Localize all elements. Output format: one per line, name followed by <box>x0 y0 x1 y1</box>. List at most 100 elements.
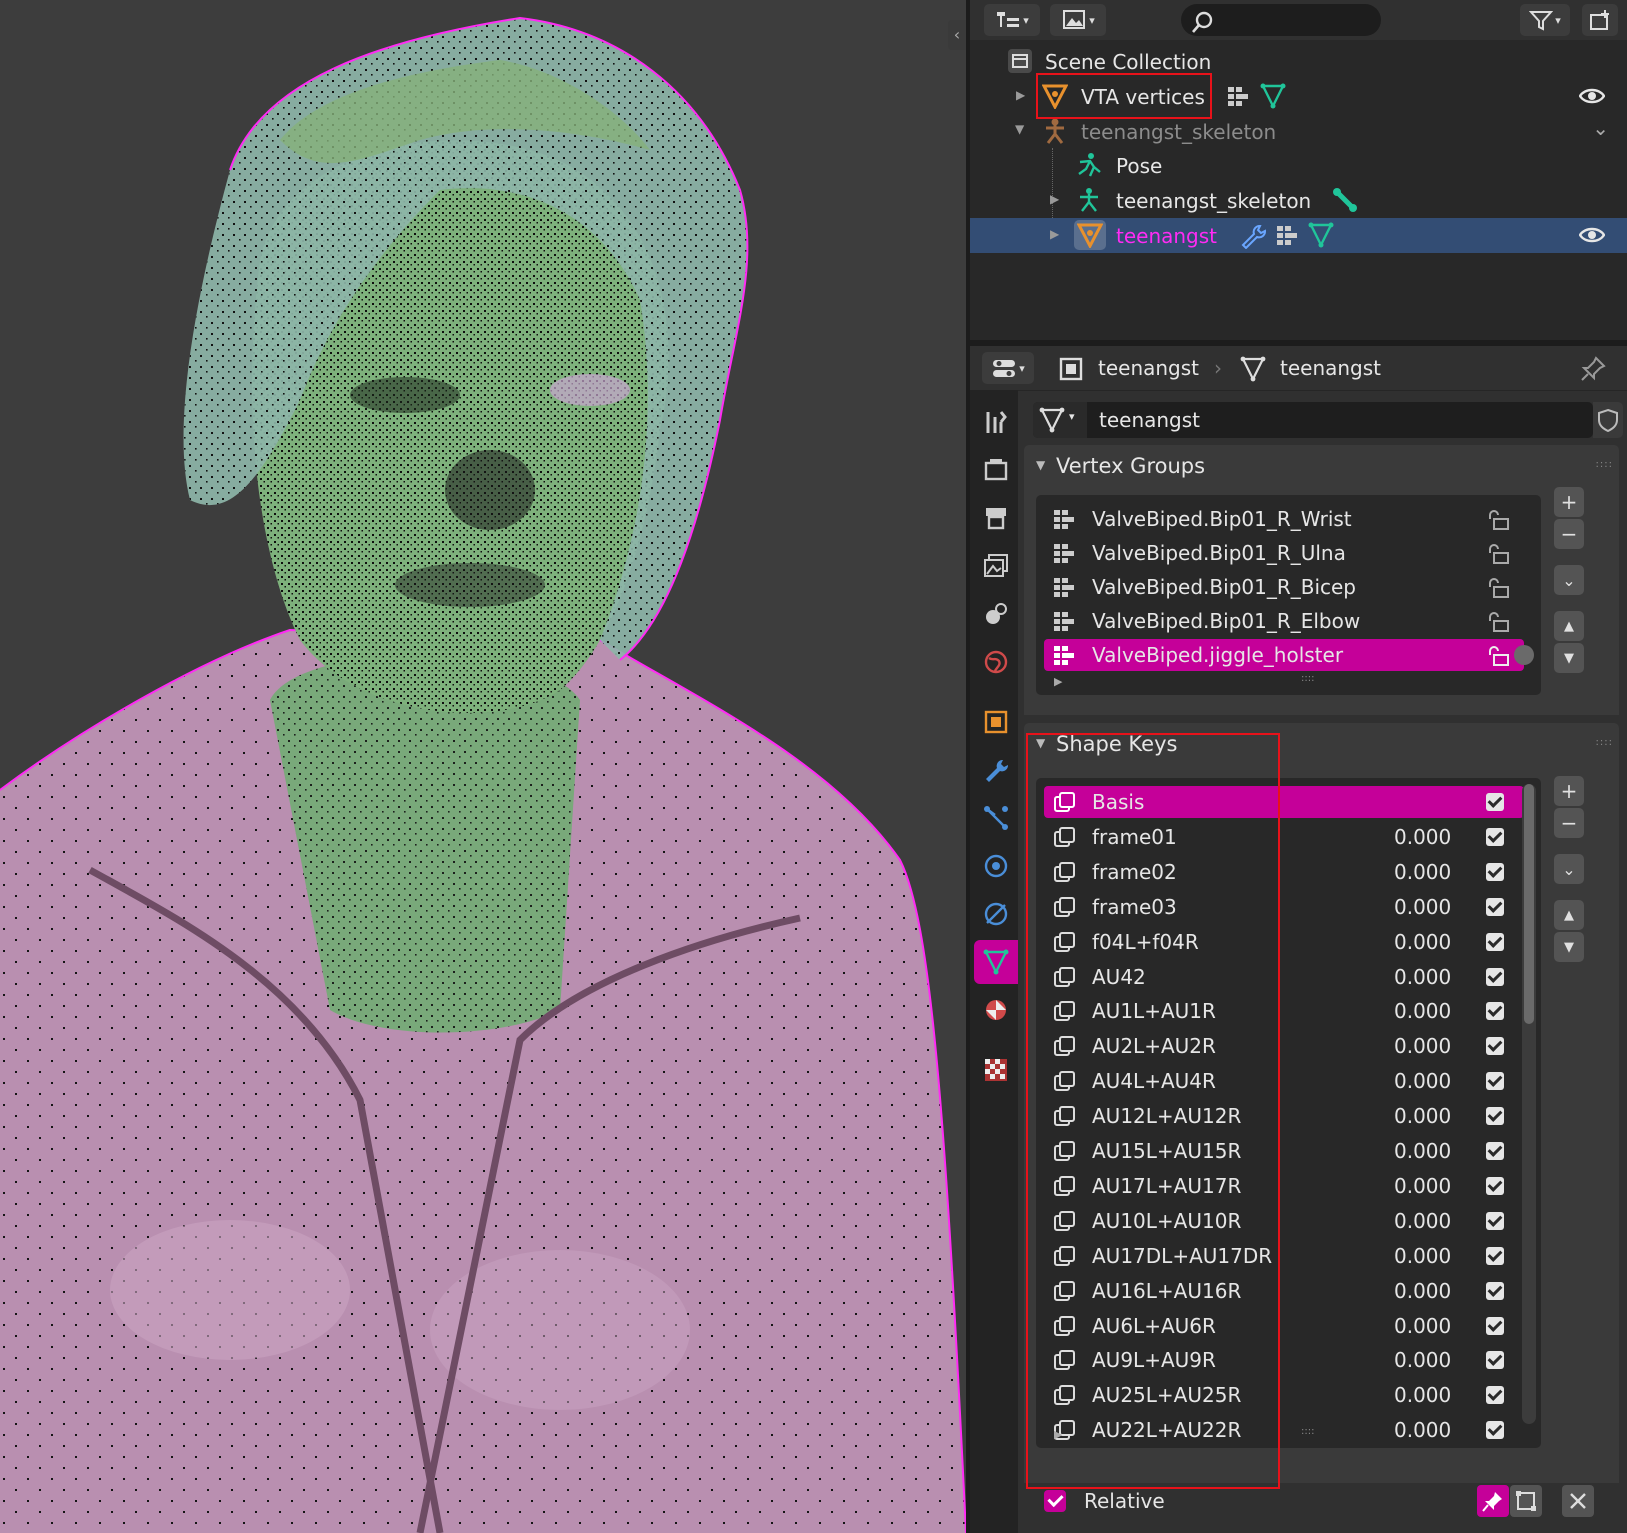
relative-checkbox[interactable] <box>1044 1490 1066 1512</box>
expand-arrow-icon[interactable]: ▶ <box>1050 192 1059 206</box>
shape-key-value[interactable]: 0.000 <box>1394 1139 1451 1163</box>
collapse-arrow-icon[interactable]: ▶ <box>1014 125 1028 134</box>
scrollbar-thumb[interactable] <box>1524 784 1534 1024</box>
new-collection-button[interactable] <box>1582 4 1618 36</box>
shape-key-mute-checkbox[interactable] <box>1486 1281 1504 1300</box>
chevron-down-icon[interactable]: ⌄ <box>1592 116 1609 140</box>
filter-view-dropdown[interactable]: ▾ <box>1050 4 1106 36</box>
outliner-row-skeleton-parent[interactable]: ▶ teenangst_skeleton ⌄ <box>970 114 1627 149</box>
tab-modifiers[interactable] <box>974 748 1018 792</box>
edit-mode-shape-button[interactable] <box>1510 1485 1542 1517</box>
display-mode-dropdown[interactable]: ▾ <box>984 4 1040 36</box>
pin-icon[interactable] <box>1580 356 1606 382</box>
outliner-row-pose[interactable]: Pose <box>970 148 1627 183</box>
outliner-row-teenangst[interactable]: ▶ teenangst <box>970 218 1627 253</box>
move-down-button[interactable]: ▼ <box>1554 932 1584 962</box>
vertex-group-specials-button[interactable]: ⌄ <box>1554 565 1584 595</box>
shape-key-mute-checkbox[interactable] <box>1486 862 1504 881</box>
shape-key-mute-checkbox[interactable] <box>1486 793 1504 811</box>
shape-key-mute-checkbox[interactable] <box>1486 1072 1504 1091</box>
3d-viewport[interactable]: ‹ <box>0 0 966 1533</box>
mesh-datablock-field[interactable]: ▾ teenangst <box>1033 402 1593 438</box>
visibility-eye-icon[interactable] <box>1579 224 1605 246</box>
shape-key-mute-checkbox[interactable] <box>1486 967 1504 986</box>
unlocked-icon[interactable] <box>1486 543 1510 565</box>
shape-key-mute-checkbox[interactable] <box>1486 1107 1504 1126</box>
shape-key-mute-checkbox[interactable] <box>1486 1002 1504 1021</box>
shape-key-value[interactable]: 0.000 <box>1394 1279 1451 1303</box>
add-vertex-group-button[interactable]: + <box>1554 487 1584 517</box>
bone-icon[interactable] <box>1332 187 1358 213</box>
tab-material[interactable] <box>974 988 1018 1032</box>
tab-tool[interactable] <box>974 400 1018 444</box>
visibility-eye-icon[interactable] <box>1579 85 1605 107</box>
shape-key-value[interactable]: 0.000 <box>1394 1174 1451 1198</box>
clear-shape-keys-button[interactable] <box>1562 1485 1594 1517</box>
shape-key-value[interactable]: 0.000 <box>1394 1034 1451 1058</box>
unlocked-icon[interactable] <box>1486 577 1510 599</box>
shape-key-value[interactable]: 0.000 <box>1394 895 1451 919</box>
mesh-browse-dropdown[interactable]: ▾ <box>1033 402 1087 438</box>
tab-physics[interactable] <box>974 844 1018 888</box>
shape-key-mute-checkbox[interactable] <box>1486 827 1504 846</box>
tab-world[interactable] <box>974 640 1018 684</box>
tab-texture[interactable] <box>974 1048 1018 1092</box>
shape-key-pin-button[interactable] <box>1477 1485 1509 1517</box>
unlocked-icon[interactable] <box>1486 611 1510 633</box>
shape-key-mute-checkbox[interactable] <box>1486 1037 1504 1056</box>
remove-shape-key-button[interactable]: − <box>1554 808 1584 838</box>
move-down-button[interactable]: ▼ <box>1554 643 1584 673</box>
outliner-row-skeleton-data[interactable]: ▶ teenangst_skeleton <box>970 183 1627 218</box>
outliner-search-input[interactable] <box>1181 4 1381 36</box>
move-up-button[interactable]: ▲ <box>1554 611 1584 641</box>
vertex-group-item-selected[interactable]: ValveBiped.jiggle_holster <box>1044 639 1524 671</box>
wrench-modifier-icon[interactable] <box>1240 223 1266 249</box>
shape-key-value[interactable]: 0.000 <box>1394 999 1451 1023</box>
vertex-group-item[interactable]: ValveBiped.Bip01_R_Ulna <box>1044 537 1524 569</box>
shape-key-value[interactable]: 0.000 <box>1394 1418 1451 1442</box>
shape-key-value[interactable]: 0.000 <box>1394 1383 1451 1407</box>
shape-key-mute-checkbox[interactable] <box>1486 897 1504 916</box>
remove-vertex-group-button[interactable]: − <box>1554 519 1584 549</box>
tab-particles[interactable] <box>974 796 1018 840</box>
fake-user-button[interactable] <box>1593 402 1623 438</box>
unlocked-icon[interactable] <box>1486 645 1510 667</box>
vertex-groups-panel-header[interactable]: ▼ Vertex Groups :::: <box>1024 445 1619 485</box>
drag-handle-icon[interactable]: :::: <box>1596 459 1613 470</box>
expand-arrow-icon[interactable]: ▶ <box>1050 227 1059 241</box>
expand-arrow-icon[interactable]: ▶ <box>1016 88 1025 102</box>
vertex-groups-icon[interactable] <box>1275 224 1299 248</box>
drag-handle-icon[interactable]: :::: <box>1596 737 1613 748</box>
tab-view-layer[interactable] <box>974 544 1018 588</box>
tab-scene[interactable] <box>974 592 1018 636</box>
shape-key-mute-checkbox[interactable] <box>1486 932 1504 951</box>
shape-key-mute-checkbox[interactable] <box>1486 1211 1504 1230</box>
shape-key-value[interactable]: 0.000 <box>1394 1348 1451 1372</box>
vertex-group-item[interactable]: ValveBiped.Bip01_R_Bicep <box>1044 571 1524 603</box>
mesh-data-icon[interactable] <box>1260 83 1286 109</box>
move-up-button[interactable]: ▲ <box>1554 900 1584 930</box>
vertex-group-item[interactable]: ValveBiped.Bip01_R_Wrist <box>1044 503 1524 535</box>
tab-render[interactable] <box>974 448 1018 492</box>
filter-options-arrow-icon[interactable]: ▶ <box>1054 675 1062 688</box>
shape-key-mute-checkbox[interactable] <box>1486 1176 1504 1195</box>
shape-key-value[interactable]: 0.000 <box>1394 1069 1451 1093</box>
shape-key-specials-button[interactable]: ⌄ <box>1554 854 1584 884</box>
mesh-data-icon[interactable] <box>1308 222 1334 248</box>
editor-type-dropdown[interactable]: ▾ <box>982 352 1034 384</box>
list-resize-handle-icon[interactable]: :::: <box>1301 1426 1314 1437</box>
vertex-group-item[interactable]: ValveBiped.Bip01_R_Elbow <box>1044 605 1524 637</box>
shape-key-value[interactable]: 0.000 <box>1394 965 1451 989</box>
tab-object[interactable] <box>974 700 1018 744</box>
shape-key-mute-checkbox[interactable] <box>1486 1142 1504 1160</box>
shape-key-value[interactable]: 0.000 <box>1394 860 1451 884</box>
shape-key-value[interactable]: 0.000 <box>1394 1244 1451 1268</box>
shape-key-mute-checkbox[interactable] <box>1486 1421 1504 1440</box>
list-resize-handle-icon[interactable]: :::: <box>1301 673 1314 684</box>
shape-key-value[interactable]: 0.000 <box>1394 1209 1451 1233</box>
vertex-groups-icon[interactable] <box>1226 85 1250 109</box>
shape-key-mute-checkbox[interactable] <box>1486 1386 1504 1405</box>
sidebar-collapse-arrow[interactable]: ‹ <box>948 20 966 50</box>
tab-output[interactable] <box>974 496 1018 540</box>
list-scroll-indicator[interactable] <box>1514 645 1534 665</box>
